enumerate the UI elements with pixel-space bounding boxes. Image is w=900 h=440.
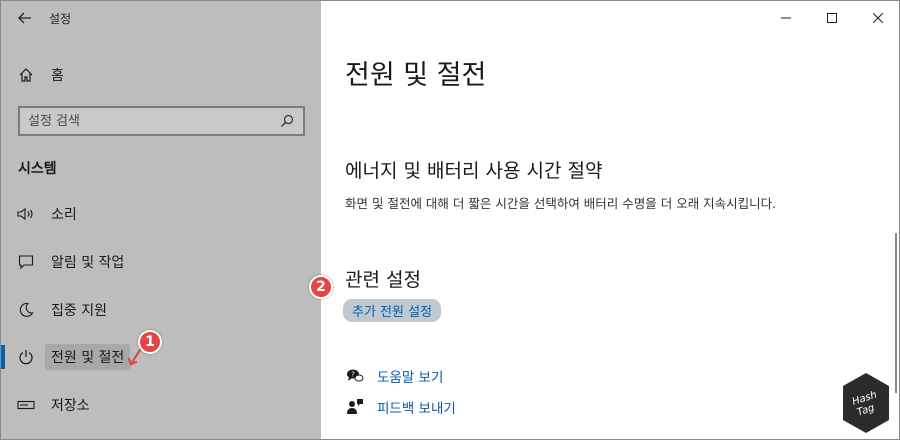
search-icon[interactable] [279, 113, 295, 129]
search-input[interactable] [28, 113, 279, 129]
power-icon [1, 349, 51, 365]
page-title: 전원 및 절전 [345, 60, 487, 91]
close-button[interactable] [855, 1, 899, 35]
hashtag-logo-icon: Hash Tag [843, 373, 889, 433]
sidebar-item-sound[interactable]: 소리 [1, 194, 321, 234]
sidebar-item-label: 집중 지원 [51, 303, 107, 319]
home-icon [1, 67, 51, 83]
maximize-button[interactable] [809, 1, 855, 35]
minimize-icon [781, 17, 791, 19]
sidebar-item-notifications[interactable]: 알림 및 작업 [1, 242, 321, 282]
annotation-badge-2: 2 [309, 275, 333, 299]
energy-section-title: 에너지 및 배터리 사용 시간 절약 [345, 160, 603, 182]
send-feedback-link[interactable]: 피드백 보내기 [345, 396, 456, 418]
get-help-label: 도움말 보기 [377, 370, 444, 386]
scrollbar[interactable] [895, 233, 897, 393]
svg-text:?: ? [351, 371, 355, 379]
sidebar-item-label: 전원 및 절전 [45, 344, 131, 370]
search-box[interactable] [18, 106, 305, 136]
back-arrow-icon [18, 12, 31, 24]
sidebar-item-focus-assist[interactable]: 집중 지원 [1, 290, 321, 330]
section-title: 시스템 [18, 161, 57, 177]
help-chat-icon: ? [345, 368, 365, 384]
minimize-button[interactable] [763, 1, 809, 35]
window-controls [763, 1, 899, 35]
get-help-link[interactable]: ? 도움말 보기 [345, 365, 443, 387]
feedback-person-icon [345, 398, 365, 416]
sidebar-item-home[interactable]: 홈 [1, 59, 321, 91]
send-feedback-label: 피드백 보내기 [377, 401, 456, 417]
storage-icon [1, 400, 51, 410]
app-title: 설정 [49, 11, 72, 26]
sidebar-item-label: 알림 및 작업 [51, 255, 125, 271]
back-button[interactable] [1, 1, 49, 35]
additional-power-settings-link[interactable]: 추가 전원 설정 [343, 299, 442, 322]
sidebar-item-label: 소리 [51, 207, 77, 223]
energy-section-description: 화면 및 절전에 대해 더 짧은 시간을 선택하여 배터리 수명을 더 오래 지… [345, 196, 777, 211]
annotation-arrow-icon [128, 349, 142, 367]
maximize-icon [827, 13, 837, 23]
sidebar-item-storage[interactable]: 저장소 [1, 385, 321, 425]
sidebar-item-label: 저장소 [51, 398, 90, 414]
moon-icon [1, 302, 51, 318]
settings-window: 설정 홈 시스템 소리 알림 및 작업 [0, 0, 900, 440]
sidebar: 설정 홈 시스템 소리 알림 및 작업 [1, 1, 321, 439]
close-icon [873, 13, 883, 23]
home-label: 홈 [51, 68, 64, 84]
speaker-icon [1, 207, 51, 221]
main-panel: 전원 및 절전 에너지 및 배터리 사용 시간 절약 화면 및 절전에 대해 더… [309, 1, 899, 439]
related-settings-title: 관련 설정 [345, 269, 421, 291]
notification-icon [1, 254, 51, 270]
title-bar: 설정 [1, 1, 321, 35]
